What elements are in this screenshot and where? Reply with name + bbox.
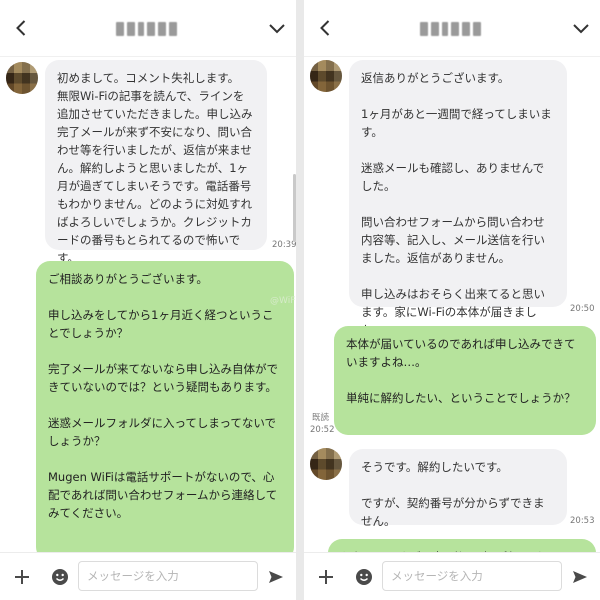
chat-screen-right: 返信ありがとうございます。 1ヶ月があと一週間で経ってしまいます。 迷惑メールも… — [304, 0, 600, 600]
plus-icon[interactable] — [316, 567, 336, 587]
avatar[interactable] — [6, 62, 38, 94]
avatar[interactable] — [310, 60, 342, 92]
chat-header — [0, 0, 296, 57]
chat-header — [304, 0, 600, 57]
avatar[interactable] — [310, 448, 342, 480]
send-icon[interactable] — [266, 567, 286, 587]
emoji-icon[interactable] — [354, 567, 374, 587]
message-bubble-outgoing: ご相談ありがとうございます。 申し込みをしてから1ヶ月近く経つということでしょう… — [36, 261, 294, 552]
message-bubble-outgoing: ちなみにですが、申し込み時に利用したア — [328, 539, 596, 552]
watermark: @WiF — [270, 296, 296, 306]
message-timestamp: 20:50 — [570, 304, 595, 314]
message-bubble-incoming: そうです。解約したいです。 ですが、契約番号が分からずできません。 — [349, 449, 567, 528]
contact-name-blurred — [116, 22, 178, 36]
contact-name-blurred — [420, 22, 482, 36]
message-input[interactable] — [78, 561, 258, 591]
chevron-down-icon[interactable] — [266, 20, 288, 38]
chevron-left-icon[interactable] — [12, 18, 32, 38]
panel-divider — [296, 0, 304, 600]
comparison-screens: 初めまして。コメント失礼します。 無限Wi-Fiの記事を読んで、ラインを追加させ… — [0, 0, 600, 600]
message-timestamp: 20:52 — [310, 425, 335, 435]
message-list[interactable]: 返信ありがとうございます。 1ヶ月があと一週間で経ってしまいます。 迷惑メールも… — [304, 56, 600, 552]
message-list[interactable]: 初めまして。コメント失礼します。 無限Wi-Fiの記事を読んで、ラインを追加させ… — [0, 56, 296, 552]
message-input[interactable] — [382, 561, 562, 591]
message-timestamp: 20:53 — [570, 516, 595, 526]
emoji-icon[interactable] — [50, 567, 70, 587]
message-bubble-incoming: 初めまして。コメント失礼します。 無限Wi-Fiの記事を読んで、ラインを追加させ… — [45, 60, 267, 265]
send-icon[interactable] — [570, 567, 590, 587]
chat-screen-left: 初めまして。コメント失礼します。 無限Wi-Fiの記事を読んで、ラインを追加させ… — [0, 0, 296, 600]
chevron-left-icon[interactable] — [316, 18, 336, 38]
message-bubble-outgoing: 本体が届いているのであれば申し込みできていますよね…。 単純に解約したい、という… — [334, 326, 596, 435]
message-bubble-incoming: 返信ありがとうございます。 1ヶ月があと一週間で経ってしまいます。 迷惑メールも… — [349, 60, 567, 337]
plus-icon[interactable] — [12, 567, 32, 587]
message-input-bar — [0, 552, 296, 600]
message-input-bar — [304, 552, 600, 600]
chevron-down-icon[interactable] — [570, 20, 592, 38]
read-receipt: 既読 — [312, 413, 330, 423]
